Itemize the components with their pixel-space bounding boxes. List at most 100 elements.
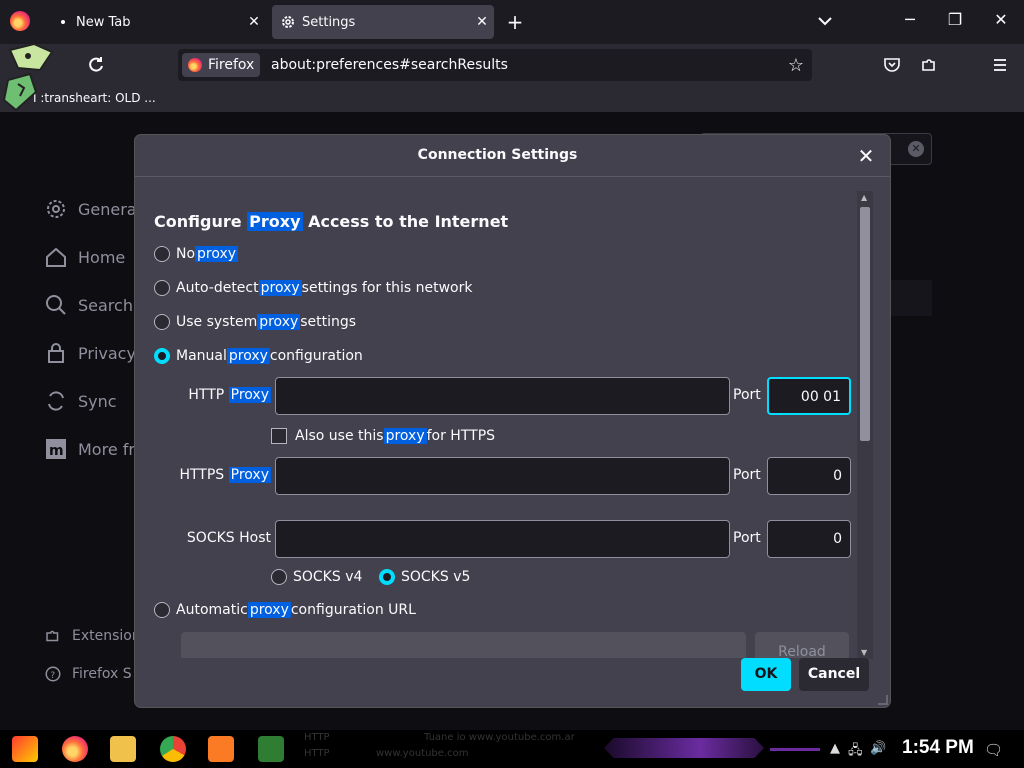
radio-manual-proxy[interactable]: Manual proxy configuration [154, 348, 363, 364]
bookmark-star-icon[interactable]: ☆ [788, 55, 804, 76]
list-all-tabs-icon[interactable] [816, 12, 834, 30]
scroll-thumb[interactable] [860, 207, 870, 441]
sidebar-item-general[interactable]: General [44, 195, 141, 223]
app-icon[interactable] [258, 736, 284, 762]
section-heading: Configure Proxy Access to the Internet [154, 212, 508, 231]
taskbar-decoration [770, 748, 820, 751]
sync-icon [48, 391, 64, 411]
option-label: SOCKS v4 [293, 569, 363, 585]
auto-config-url-input[interactable] [181, 632, 746, 658]
connection-settings-dialog: Connection Settings ✕ Configure Proxy Ac… [135, 135, 890, 707]
firefox-menu-icon[interactable] [10, 11, 30, 31]
chrome-icon[interactable] [160, 736, 186, 762]
gear-icon [282, 16, 294, 28]
radio-no-proxy[interactable]: No proxy [154, 246, 239, 262]
tab-close-icon[interactable]: ✕ [470, 14, 494, 30]
taskbar-ghost-text: HTTP [304, 748, 330, 759]
notifications-icon[interactable]: 🗨 [984, 741, 1003, 759]
search-highlight: Proxy [228, 387, 271, 403]
radio-button-selected[interactable] [154, 348, 170, 364]
sidebar-item-label: Extension [72, 628, 141, 644]
radio-button[interactable] [154, 314, 170, 330]
reload-icon[interactable] [86, 55, 106, 75]
option-label: Auto-detect [176, 280, 259, 296]
http-proxy-label: HTTP Proxy [175, 387, 271, 403]
start-button-icon[interactable] [12, 736, 38, 762]
sidebar-item-extensions[interactable]: Extension [44, 622, 141, 650]
mozilla-icon: m [46, 439, 66, 459]
clear-search-icon[interactable]: ✕ [908, 141, 924, 157]
http-port-input[interactable]: 00 01 [767, 377, 851, 415]
firefox-taskbar-icon[interactable] [62, 736, 88, 762]
taskbar-clock[interactable]: 1:54 PM [902, 737, 974, 759]
bookmarks-toolbar: I :transheart: OLD ... [0, 86, 1024, 112]
scroll-up-icon[interactable]: ▲ [861, 193, 867, 202]
option-label: for HTTPS [426, 428, 496, 444]
radio-button[interactable] [271, 569, 287, 585]
sidebar-item-support[interactable]: ? Firefox S [44, 660, 132, 688]
close-window-button[interactable]: ✕ [990, 10, 1012, 29]
radio-auto-detect[interactable]: Auto-detect proxy settings for this netw… [154, 280, 473, 296]
checkbox[interactable] [271, 428, 287, 444]
dialog-close-button[interactable]: ✕ [854, 144, 878, 168]
label-text: HTTP [188, 387, 229, 403]
radio-button-selected[interactable] [379, 569, 395, 585]
minimize-button[interactable]: ─ [899, 10, 921, 29]
gear-icon [47, 200, 65, 218]
socks-port-input[interactable]: 0 [767, 520, 851, 558]
http-proxy-input[interactable] [275, 377, 730, 415]
radio-auto-config-url[interactable]: Automatic proxy configuration URL [154, 602, 416, 618]
file-explorer-icon[interactable] [110, 736, 136, 762]
scroll-down-icon[interactable]: ▼ [861, 648, 867, 657]
option-label: configuration URL [290, 602, 416, 618]
radio-button[interactable] [154, 602, 170, 618]
radio-button[interactable] [154, 280, 170, 296]
tab-settings[interactable]: Settings ✕ [272, 5, 494, 39]
url-bar[interactable]: Firefox about:preferences#searchResults … [178, 49, 812, 81]
ok-button[interactable]: OK [741, 658, 791, 691]
sidebar-item-home[interactable]: Home [44, 243, 125, 271]
https-port-input[interactable]: 0 [767, 457, 851, 495]
search-highlight: proxy [258, 280, 302, 296]
label-text: HTTPS [179, 467, 229, 483]
radio-system-proxy[interactable]: Use system proxy settings [154, 314, 356, 330]
identity-label: Firefox [208, 57, 255, 73]
network-icon[interactable]: 🖧 [848, 741, 863, 763]
radio-socks-v5[interactable]: SOCKS v5 [379, 569, 470, 585]
dialog-scrollbar[interactable]: ▲ ▼ [857, 191, 873, 659]
svg-text:?: ? [50, 671, 55, 681]
tab-close-icon[interactable]: ✕ [242, 14, 266, 30]
resize-grip-icon[interactable] [878, 695, 888, 705]
reload-button[interactable]: Reload [755, 632, 849, 658]
socks-host-input[interactable] [275, 520, 730, 558]
search-highlight: proxy [195, 246, 239, 262]
help-icon: ? [45, 666, 61, 682]
url-text[interactable]: about:preferences#searchResults [271, 57, 508, 73]
identity-box[interactable]: Firefox [182, 53, 261, 77]
dialog-title: Connection Settings [417, 147, 578, 163]
sidebar-item-more[interactable]: m More fr [44, 435, 135, 463]
new-tab-button[interactable]: + [504, 10, 526, 34]
restore-button[interactable]: ❐ [944, 10, 966, 29]
tab-bar: New Tab ✕ Settings ✕ + ─ ❐ ✕ [0, 0, 1024, 44]
tab-new-tab[interactable]: New Tab ✕ [44, 5, 266, 39]
firefox-logo-icon [188, 58, 202, 72]
option-label: No [176, 246, 196, 262]
tab-label: Settings [302, 14, 356, 30]
sidebar-item-privacy[interactable]: Privacy [44, 339, 136, 367]
sidebar-item-search[interactable]: Search [44, 291, 133, 319]
extensions-icon[interactable] [920, 56, 938, 74]
menu-icon[interactable] [991, 56, 1009, 74]
tab-dot-icon [61, 20, 65, 24]
volume-icon[interactable]: 🔊 [870, 741, 886, 756]
radio-button[interactable] [154, 246, 170, 262]
xampp-icon[interactable] [208, 736, 234, 762]
home-icon [46, 247, 66, 267]
https-proxy-input[interactable] [275, 457, 730, 495]
pocket-icon[interactable] [883, 56, 901, 74]
sidebar-item-sync[interactable]: Sync [44, 387, 117, 415]
tray-chevron-icon[interactable]: ▲ [830, 741, 840, 756]
also-https-checkbox[interactable]: Also use this proxy for HTTPS [271, 428, 495, 444]
cancel-button[interactable]: Cancel [799, 658, 869, 691]
radio-socks-v4[interactable]: SOCKS v4 [271, 569, 362, 585]
